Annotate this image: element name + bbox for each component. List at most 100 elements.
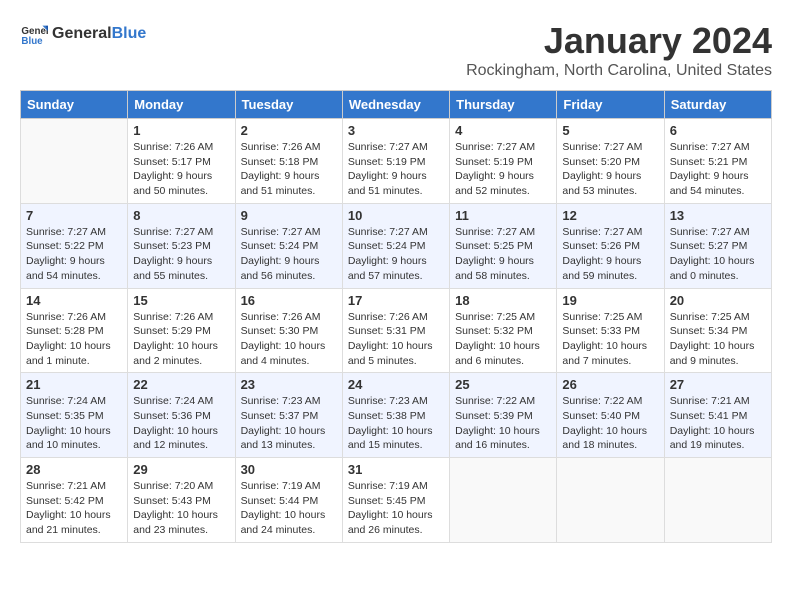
day-info: Sunrise: 7:27 AMSunset: 5:24 PMDaylight:… (348, 225, 444, 284)
calendar-cell: 21 Sunrise: 7:24 AMSunset: 5:35 PMDayligh… (21, 373, 128, 458)
day-number: 19 (562, 293, 658, 308)
calendar-cell: 23Sunrise: 7:23 AMSunset: 5:37 PMDayligh… (235, 373, 342, 458)
day-info: Sunrise: 7:27 AMSunset: 5:20 PMDaylight:… (562, 140, 658, 199)
day-number: 21 (26, 377, 122, 392)
calendar-cell (21, 119, 128, 204)
weekday-header-saturday: Saturday (664, 91, 771, 119)
calendar-week-row: 28Sunrise: 7:21 AMSunset: 5:42 PMDayligh… (21, 458, 772, 543)
day-number: 6 (670, 123, 766, 138)
logo: General Blue GeneralBlue (20, 20, 146, 48)
day-info: Sunrise: 7:27 AMSunset: 5:19 PMDaylight:… (348, 140, 444, 199)
day-number: 17 (348, 293, 444, 308)
day-number: 4 (455, 123, 551, 138)
logo-blue: Blue (112, 25, 147, 43)
day-number: 20 (670, 293, 766, 308)
calendar-cell: 18Sunrise: 7:25 AMSunset: 5:32 PMDayligh… (450, 288, 557, 373)
weekday-header-wednesday: Wednesday (342, 91, 449, 119)
calendar-cell: 7 Sunrise: 7:27 AMSunset: 5:22 PMDaylight… (21, 203, 128, 288)
calendar-cell: 22 Sunrise: 7:24 AMSunset: 5:36 PMDayligh… (128, 373, 235, 458)
day-info: Sunrise: 7:26 AMSunset: 5:29 PMDaylight:… (133, 310, 229, 369)
day-number: 30 (241, 462, 337, 477)
day-info: Sunrise: 7:25 AMSunset: 5:33 PMDaylight:… (562, 310, 658, 369)
calendar-cell (664, 458, 771, 543)
day-info: Sunrise: 7:27 AMSunset: 5:22 PMDaylight:… (26, 225, 122, 284)
day-info: Sunrise: 7:27 AMSunset: 5:26 PMDaylight:… (562, 225, 658, 284)
day-number: 22 (133, 377, 229, 392)
calendar-cell: 3 Sunrise: 7:27 AMSunset: 5:19 PMDaylight… (342, 119, 449, 204)
calendar-cell: 1Sunrise: 7:26 AMSunset: 5:17 PMDaylight… (128, 119, 235, 204)
day-info: Sunrise: 7:27 AMSunset: 5:23 PMDaylight:… (133, 225, 229, 284)
day-number: 10 (348, 208, 444, 223)
day-number: 7 (26, 208, 122, 223)
day-info: Sunrise: 7:24 AMSunset: 5:35 PMDaylight:… (26, 394, 122, 453)
day-number: 16 (241, 293, 337, 308)
calendar-cell: 30 Sunrise: 7:19 AMSunset: 5:44 PMDayligh… (235, 458, 342, 543)
day-info: Sunrise: 7:26 AMSunset: 5:18 PMDaylight:… (241, 140, 337, 199)
weekday-header-friday: Friday (557, 91, 664, 119)
day-number: 13 (670, 208, 766, 223)
day-number: 31 (348, 462, 444, 477)
calendar-cell: 12 Sunrise: 7:27 AMSunset: 5:26 PMDayligh… (557, 203, 664, 288)
title-block: January 2024 Rockingham, North Carolina,… (466, 20, 772, 80)
calendar-cell: 15Sunrise: 7:26 AMSunset: 5:29 PMDayligh… (128, 288, 235, 373)
day-number: 14 (26, 293, 122, 308)
calendar-cell: 27 Sunrise: 7:21 AMSunset: 5:41 PMDayligh… (664, 373, 771, 458)
calendar-cell: 2 Sunrise: 7:26 AMSunset: 5:18 PMDaylight… (235, 119, 342, 204)
weekday-header-tuesday: Tuesday (235, 91, 342, 119)
calendar-cell: 4 Sunrise: 7:27 AMSunset: 5:19 PMDaylight… (450, 119, 557, 204)
day-number: 9 (241, 208, 337, 223)
day-info: Sunrise: 7:27 AMSunset: 5:24 PMDaylight:… (241, 225, 337, 284)
calendar-week-row: 1Sunrise: 7:26 AMSunset: 5:17 PMDaylight… (21, 119, 772, 204)
calendar-cell: 28Sunrise: 7:21 AMSunset: 5:42 PMDayligh… (21, 458, 128, 543)
weekday-header-monday: Monday (128, 91, 235, 119)
calendar-week-row: 14 Sunrise: 7:26 AMSunset: 5:28 PMDayligh… (21, 288, 772, 373)
calendar-cell: 25 Sunrise: 7:22 AMSunset: 5:39 PMDayligh… (450, 373, 557, 458)
calendar-cell: 24 Sunrise: 7:23 AMSunset: 5:38 PMDayligh… (342, 373, 449, 458)
day-number: 23 (241, 377, 337, 392)
day-info: Sunrise: 7:24 AMSunset: 5:36 PMDaylight:… (133, 394, 229, 453)
day-number: 2 (241, 123, 337, 138)
calendar-cell: 8 Sunrise: 7:27 AMSunset: 5:23 PMDaylight… (128, 203, 235, 288)
day-info: Sunrise: 7:27 AMSunset: 5:27 PMDaylight:… (670, 225, 766, 284)
calendar-cell: 16 Sunrise: 7:26 AMSunset: 5:30 PMDayligh… (235, 288, 342, 373)
day-info: Sunrise: 7:26 AMSunset: 5:30 PMDaylight:… (241, 310, 337, 369)
day-number: 24 (348, 377, 444, 392)
weekday-header-sunday: Sunday (21, 91, 128, 119)
month-title: January 2024 (466, 20, 772, 62)
weekday-header-thursday: Thursday (450, 91, 557, 119)
day-info: Sunrise: 7:23 AMSunset: 5:38 PMDaylight:… (348, 394, 444, 453)
day-number: 25 (455, 377, 551, 392)
calendar-cell: 10 Sunrise: 7:27 AMSunset: 5:24 PMDayligh… (342, 203, 449, 288)
calendar-cell: 17 Sunrise: 7:26 AMSunset: 5:31 PMDayligh… (342, 288, 449, 373)
calendar-cell: 5 Sunrise: 7:27 AMSunset: 5:20 PMDaylight… (557, 119, 664, 204)
calendar-cell (557, 458, 664, 543)
day-info: Sunrise: 7:27 AMSunset: 5:19 PMDaylight:… (455, 140, 551, 199)
day-number: 5 (562, 123, 658, 138)
day-number: 3 (348, 123, 444, 138)
day-info: Sunrise: 7:22 AMSunset: 5:39 PMDaylight:… (455, 394, 551, 453)
day-number: 26 (562, 377, 658, 392)
calendar-cell: 29Sunrise: 7:20 AMSunset: 5:43 PMDayligh… (128, 458, 235, 543)
calendar-cell: 6Sunrise: 7:27 AMSunset: 5:21 PMDaylight… (664, 119, 771, 204)
page-header: General Blue GeneralBlue January 2024 Ro… (20, 20, 772, 80)
day-number: 8 (133, 208, 229, 223)
calendar-cell: 13 Sunrise: 7:27 AMSunset: 5:27 PMDayligh… (664, 203, 771, 288)
location-title: Rockingham, North Carolina, United State… (466, 62, 772, 80)
calendar-cell (450, 458, 557, 543)
day-info: Sunrise: 7:26 AMSunset: 5:28 PMDaylight:… (26, 310, 122, 369)
day-number: 11 (455, 208, 551, 223)
calendar-cell: 20 Sunrise: 7:25 AMSunset: 5:34 PMDayligh… (664, 288, 771, 373)
calendar-week-row: 21 Sunrise: 7:24 AMSunset: 5:35 PMDayligh… (21, 373, 772, 458)
day-number: 12 (562, 208, 658, 223)
day-info: Sunrise: 7:20 AMSunset: 5:43 PMDaylight:… (133, 479, 229, 538)
day-info: Sunrise: 7:25 AMSunset: 5:34 PMDaylight:… (670, 310, 766, 369)
day-info: Sunrise: 7:21 AMSunset: 5:41 PMDaylight:… (670, 394, 766, 453)
day-number: 1 (133, 123, 229, 138)
day-number: 27 (670, 377, 766, 392)
day-info: Sunrise: 7:26 AMSunset: 5:31 PMDaylight:… (348, 310, 444, 369)
day-info: Sunrise: 7:19 AMSunset: 5:44 PMDaylight:… (241, 479, 337, 538)
calendar-cell: 14 Sunrise: 7:26 AMSunset: 5:28 PMDayligh… (21, 288, 128, 373)
day-info: Sunrise: 7:22 AMSunset: 5:40 PMDaylight:… (562, 394, 658, 453)
day-number: 28 (26, 462, 122, 477)
calendar-cell: 31Sunrise: 7:19 AMSunset: 5:45 PMDayligh… (342, 458, 449, 543)
